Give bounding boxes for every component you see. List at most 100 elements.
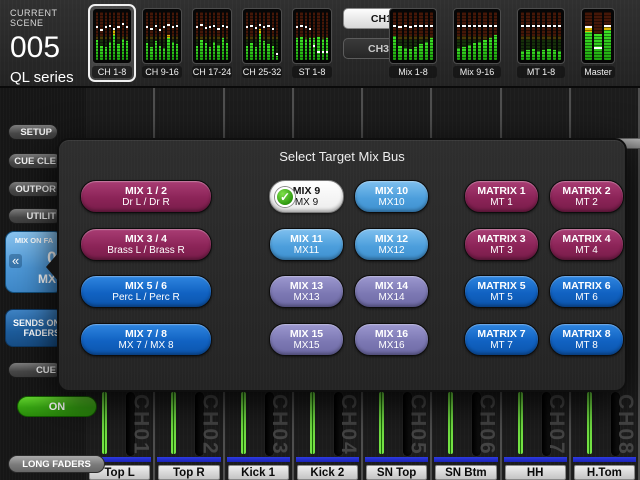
- channel-name-label[interactable]: Top R: [158, 465, 219, 480]
- meter-bank-ch-1-8[interactable]: CH 1-8: [88, 4, 136, 82]
- mix-bus-sublabel: Dr L / Dr R: [122, 197, 169, 208]
- mix-bus-button-mix-10[interactable]: MIX 10 MX10: [354, 180, 429, 213]
- channel-name-label[interactable]: Kick 1: [228, 465, 289, 480]
- mix-bus-button-mix-3-4[interactable]: MIX 3 / 4 Brass L / Brass R: [80, 228, 212, 261]
- mix-bus-button-matrix-6[interactable]: MATRIX 6 MT 6: [549, 275, 624, 308]
- mix-bus-sublabel: MT 6: [575, 292, 598, 303]
- sidebar-button-outport[interactable]: OUTPOR: [8, 181, 62, 197]
- mix-bus-label: MATRIX 8: [562, 328, 610, 340]
- channel-name-label[interactable]: Kick 2: [297, 465, 358, 480]
- meter-bank-mt-1-8[interactable]: MT 1-8: [513, 4, 569, 82]
- channel-number-label: CH06: [475, 394, 499, 456]
- meter-bank-label: Mix 1-8: [389, 66, 437, 78]
- mix-bus-button-mix-5-6[interactable]: MIX 5 / 6 Perc L / Perc R: [80, 275, 212, 308]
- mix-bus-sublabel: MX15: [293, 340, 319, 351]
- mix-bus-sublabel: MT 8: [575, 340, 598, 351]
- mix-bus-button-mix-11[interactable]: MIX 11 MX11: [269, 228, 344, 261]
- channel-color-bar: [296, 457, 359, 462]
- mix-bus-button-mix-14[interactable]: MIX 14 MX14: [354, 275, 429, 308]
- channel-color-bar: [573, 457, 636, 462]
- mix-bus-button-matrix-5[interactable]: MATRIX 5 MT 5: [464, 275, 539, 308]
- mix-bus-label: MIX 12: [375, 233, 408, 245]
- mix-bus-button-mix-7-8[interactable]: MIX 7 / 8 MX 7 / MX 8: [80, 323, 212, 356]
- mix-bus-button-matrix-4[interactable]: MATRIX 4 MT 4: [549, 228, 624, 261]
- channel-number-label: CH08: [613, 394, 637, 456]
- mix-bus-button-matrix-3[interactable]: MATRIX 3 MT 3: [464, 228, 539, 261]
- channel-color-bar: [157, 457, 220, 462]
- mix-bus-button-mix-15[interactable]: MIX 15 MX15: [269, 323, 344, 356]
- mix-bus-label: MATRIX 2: [562, 185, 610, 197]
- mix-bus-button-mix-9-selected[interactable]: ✓ MIX 9 MX 9: [269, 180, 344, 213]
- mix-bus-label: MIX 1 / 2: [125, 185, 167, 197]
- mix-bus-sublabel: MX13: [293, 292, 319, 303]
- mix-bus-label: MIX 15: [290, 328, 323, 340]
- level-meters: [517, 8, 565, 64]
- sends-on-faders-button[interactable]: SENDS ON FADERS: [5, 309, 63, 347]
- sidebar-button-utility[interactable]: UTILIT: [8, 208, 62, 224]
- scene-number: 005: [10, 31, 90, 65]
- meter-bank-label: CH 9-16: [142, 66, 182, 78]
- fader-position-indicator[interactable]: [310, 392, 315, 454]
- mix-bus-label: MIX 16: [375, 328, 408, 340]
- device-name: QL series: [10, 69, 90, 86]
- stagemix-app: CH01 Top L CH02 Top R CH03 Kick 1 CH04 K…: [0, 0, 640, 480]
- sends-on-faders-line1: SENDS ON: [6, 318, 60, 328]
- channel-name-label[interactable]: SN Btm: [435, 465, 496, 480]
- long-faders-button[interactable]: LONG FADERS: [8, 455, 105, 473]
- mix-bus-button-matrix-7[interactable]: MATRIX 7 MT 7: [464, 323, 539, 356]
- mix-bus-button-mix-1-2[interactable]: MIX 1 / 2 Dr L / Dr R: [80, 180, 212, 213]
- current-scene-display: CURRENT SCENE 005 QL series: [10, 8, 90, 86]
- level-meters: [192, 8, 232, 64]
- channel-on-button[interactable]: ON: [17, 396, 97, 417]
- scene-label: CURRENT SCENE: [10, 8, 90, 28]
- input-meter-banks: CH 1-8 CH 9-16 CH 17-24 CH 25-32 ST 1-8: [88, 4, 336, 82]
- mix-bus-button-matrix-8[interactable]: MATRIX 8 MT 8: [549, 323, 624, 356]
- meter-bank-label: ST 1-8: [292, 66, 332, 78]
- mix-bus-sublabel: MT 7: [490, 340, 513, 351]
- meter-bank-ch-9-16[interactable]: CH 9-16: [138, 4, 186, 82]
- channel-color-bar: [365, 457, 428, 462]
- mix-bus-button-matrix-1[interactable]: MATRIX 1 MT 1: [464, 180, 539, 213]
- channel-name-label[interactable]: H.Tom: [574, 465, 635, 480]
- mix-bus-sublabel: MT 4: [575, 245, 598, 256]
- meter-bank-master[interactable]: Master: [577, 4, 619, 82]
- meter-bank-mix-1-8[interactable]: Mix 1-8: [385, 4, 441, 82]
- level-meters: [453, 8, 501, 64]
- meter-bank-label: CH 1-8: [92, 66, 132, 78]
- meter-bank-st-1-8[interactable]: ST 1-8: [288, 4, 336, 82]
- meter-bank-ch-25-32[interactable]: CH 25-32: [238, 4, 286, 82]
- collapse-chevron-icon[interactable]: «: [9, 254, 22, 268]
- mix-bus-sublabel: MX12: [378, 245, 404, 256]
- mix-bus-sublabel: MT 1: [490, 197, 513, 208]
- channel-number-label: CH05: [405, 394, 429, 456]
- channel-name-label[interactable]: HH: [505, 465, 566, 480]
- mix-bus-button-mix-13[interactable]: MIX 13 MX13: [269, 275, 344, 308]
- fader-position-indicator[interactable]: [102, 392, 107, 454]
- meter-bank-ch-17-24[interactable]: CH 17-24: [188, 4, 236, 82]
- popover-title: Select Target Mix Bus: [59, 149, 625, 164]
- mix-bus-sublabel: MT 3: [490, 245, 513, 256]
- fader-position-indicator[interactable]: [171, 392, 176, 454]
- channel-number-label: CH01: [128, 394, 152, 456]
- select-target-mix-bus-popover: Select Target Mix Bus MIX 1 / 2 Dr L / D…: [57, 138, 627, 392]
- channel-number-label: CH03: [267, 394, 291, 456]
- mix-bus-button-mix-16[interactable]: MIX 16 MX16: [354, 323, 429, 356]
- level-meters: [242, 8, 282, 64]
- channel-name-label[interactable]: SN Top: [366, 465, 427, 480]
- sidebar-button-cue[interactable]: CUE: [8, 362, 62, 378]
- channel-color-bar: [504, 457, 567, 462]
- meter-bank-label: Master: [581, 66, 615, 78]
- sidebar-button-setup[interactable]: SETUP: [8, 124, 58, 140]
- fader-position-indicator[interactable]: [241, 392, 246, 454]
- mix-bus-label: MIX 5 / 6: [125, 280, 167, 292]
- fader-position-indicator[interactable]: [518, 392, 523, 454]
- sidebar-button-cue-clear[interactable]: CUE CLE: [8, 153, 62, 169]
- meter-bank-mix-9-16[interactable]: Mix 9-16: [449, 4, 505, 82]
- fader-position-indicator[interactable]: [448, 392, 453, 454]
- mix-bus-button-mix-12[interactable]: MIX 12 MX12: [354, 228, 429, 261]
- mix-bus-button-matrix-2[interactable]: MATRIX 2 MT 2: [549, 180, 624, 213]
- fader-position-indicator[interactable]: [587, 392, 592, 454]
- mix-bus-label: MIX 14: [375, 280, 408, 292]
- mix-bus-sublabel: MX14: [378, 292, 404, 303]
- fader-position-indicator[interactable]: [379, 392, 384, 454]
